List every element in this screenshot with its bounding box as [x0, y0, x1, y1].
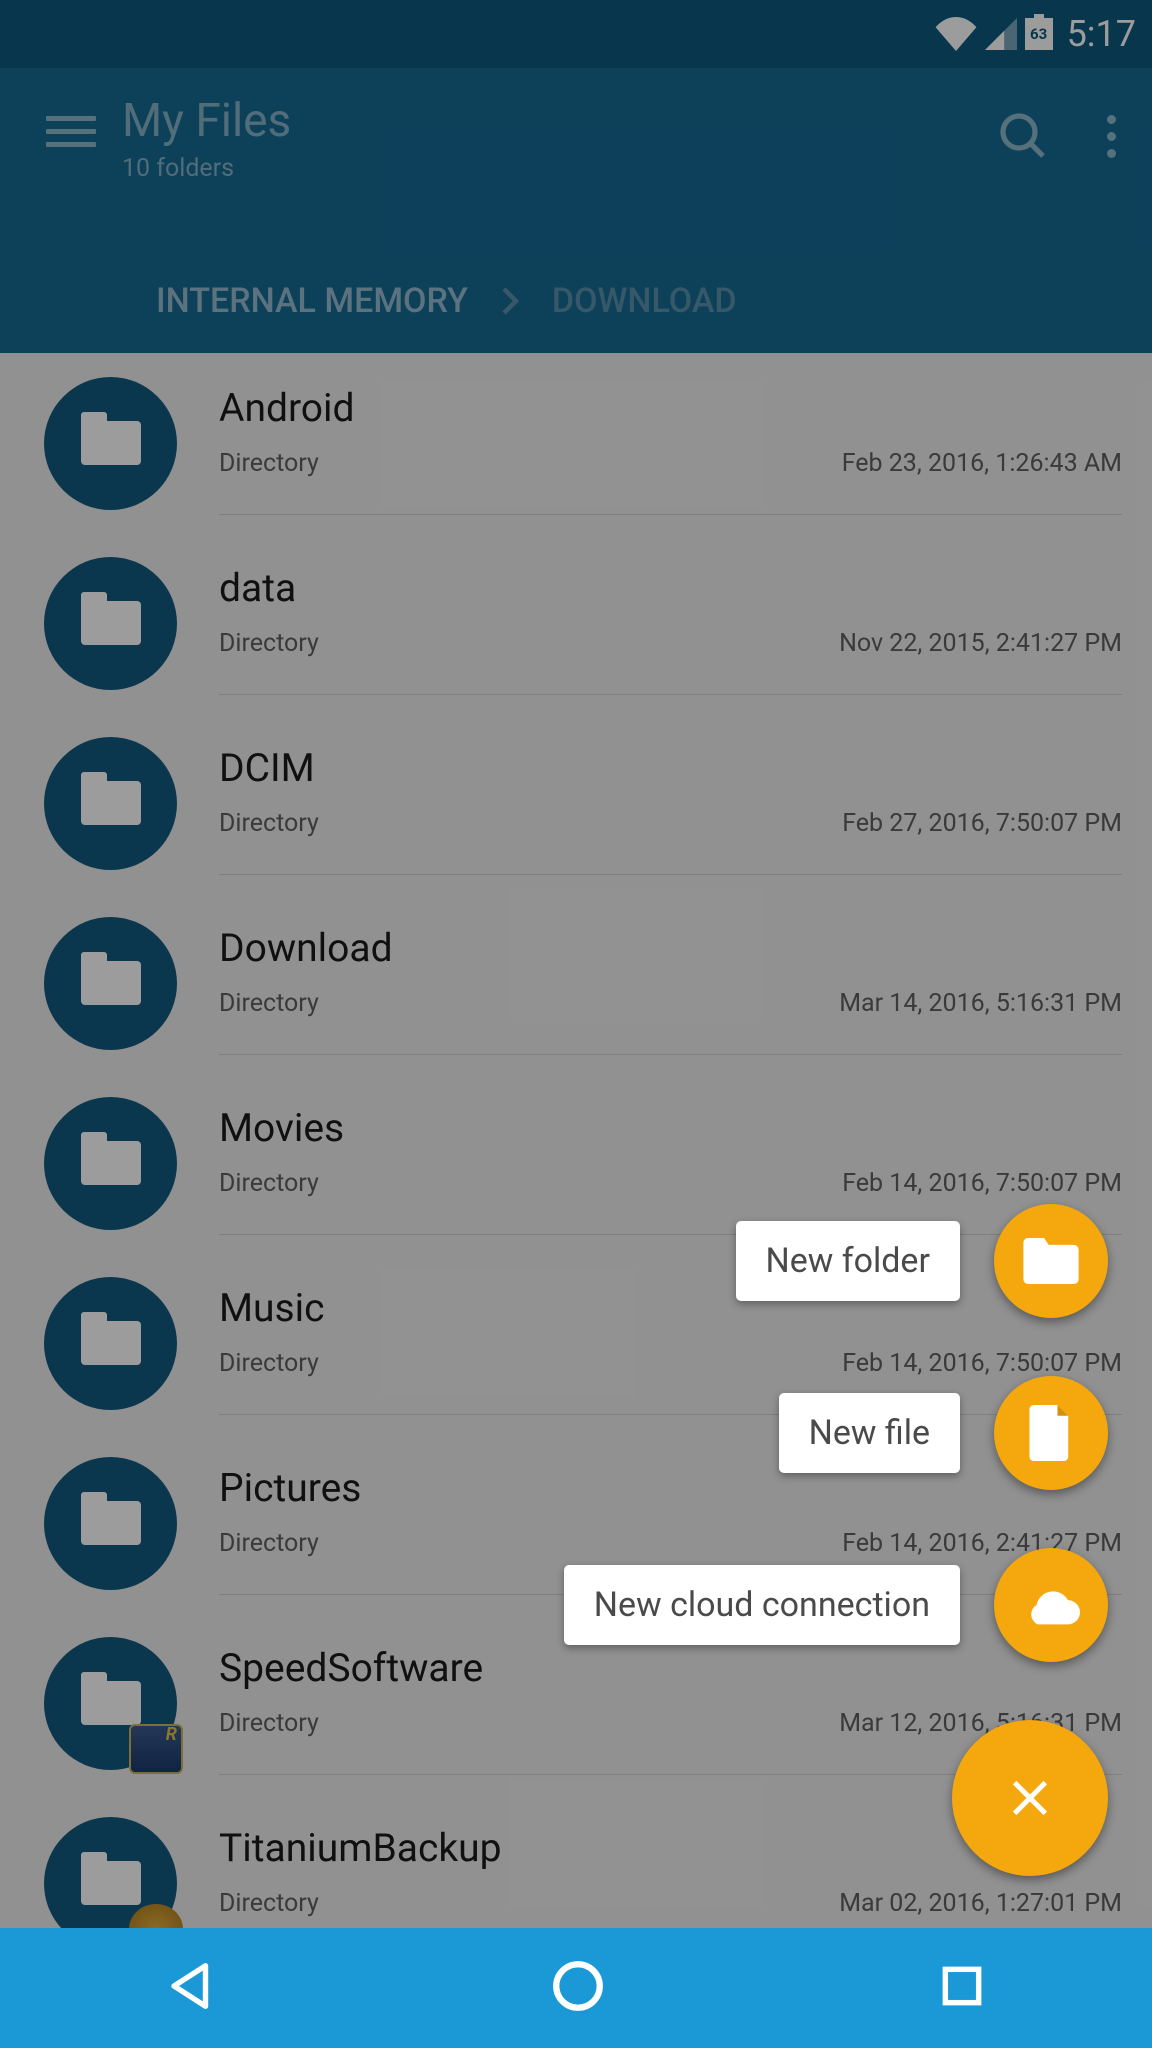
item-date: Feb 14, 2016, 7:50:07 PM	[842, 1169, 1122, 1198]
item-date: Nov 22, 2015, 2:41:27 PM	[839, 629, 1122, 658]
folder-icon	[44, 1637, 177, 1770]
cloud-icon	[1022, 1585, 1080, 1625]
fab-close-button[interactable]	[952, 1720, 1108, 1876]
signal-icon	[985, 18, 1017, 50]
menu-button[interactable]	[46, 116, 96, 147]
folder-icon	[1023, 1238, 1079, 1284]
item-name: Movies	[219, 1105, 1122, 1151]
folder-icon	[44, 737, 177, 870]
page-subtitle: 10 folders	[122, 154, 973, 183]
overflow-icon	[1107, 115, 1116, 158]
list-item[interactable]: DCIM Directory Feb 27, 2016, 7:50:07 PM	[0, 713, 1152, 893]
status-bar: 63 5:17	[0, 0, 1152, 68]
list-item[interactable]: Download Directory Mar 14, 2016, 5:16:31 P…	[0, 893, 1152, 1073]
item-type: Directory	[219, 1349, 319, 1378]
folder-icon	[44, 1457, 177, 1590]
item-date: Mar 14, 2016, 5:16:31 PM	[839, 989, 1122, 1018]
folder-icon	[44, 1097, 177, 1230]
list-item[interactable]: data Directory Nov 22, 2015, 2:41:27 PM	[0, 533, 1152, 713]
home-icon	[549, 1957, 607, 2015]
clock: 5:17	[1067, 13, 1136, 55]
item-type: Directory	[219, 809, 319, 838]
search-button[interactable]	[999, 112, 1047, 160]
close-icon	[1007, 1775, 1053, 1821]
folder-icon	[44, 917, 177, 1050]
wifi-icon	[935, 17, 977, 51]
recent-button[interactable]	[937, 1961, 987, 2015]
navigation-bar	[0, 1928, 1152, 2048]
fab-item-folder[interactable]: New folder	[736, 1204, 1108, 1318]
list-item[interactable]: Android Directory Feb 23, 2016, 1:26:43 AM	[0, 353, 1152, 533]
search-icon	[999, 112, 1047, 160]
item-type: Directory	[219, 1709, 319, 1738]
chevron-right-icon	[500, 286, 520, 316]
file-icon	[1029, 1405, 1073, 1461]
app-bar: My Files 10 folders INTERNAL MEMORY DOWN…	[0, 68, 1152, 353]
folder-icon	[44, 1277, 177, 1410]
fab-label: New folder	[736, 1221, 960, 1301]
home-button[interactable]	[549, 1957, 607, 2019]
breadcrumb-item[interactable]: DOWNLOAD	[552, 281, 737, 321]
item-type: Directory	[219, 449, 319, 478]
folder-icon	[44, 377, 177, 510]
item-date: Mar 02, 2016, 1:27:01 PM	[839, 1889, 1122, 1918]
back-button[interactable]	[165, 1959, 219, 2017]
back-icon	[165, 1959, 219, 2013]
breadcrumb-item[interactable]: INTERNAL MEMORY	[156, 281, 468, 321]
battery-icon: 63	[1025, 18, 1053, 50]
item-name: Android	[219, 385, 1122, 431]
overflow-button[interactable]	[1107, 115, 1116, 158]
fab-item-file[interactable]: New file	[779, 1376, 1108, 1490]
item-type: Directory	[219, 1169, 319, 1198]
page-title: My Files	[122, 94, 973, 148]
fab-label: New file	[779, 1393, 960, 1473]
item-type: Directory	[219, 1529, 319, 1558]
folder-icon	[44, 557, 177, 690]
item-type: Directory	[219, 1889, 319, 1918]
fab-item-cloud[interactable]: New cloud connection	[564, 1548, 1108, 1662]
item-name: Download	[219, 925, 1122, 971]
item-name: DCIM	[219, 745, 1122, 791]
app-badge-icon	[129, 1724, 183, 1774]
breadcrumb: INTERNAL MEMORY DOWNLOAD	[0, 281, 1152, 353]
fab-label: New cloud connection	[564, 1565, 960, 1645]
item-date: Feb 23, 2016, 1:26:43 AM	[842, 449, 1122, 478]
item-type: Directory	[219, 989, 319, 1018]
item-name: data	[219, 565, 1122, 611]
item-type: Directory	[219, 629, 319, 658]
fab-menu: New cloud connection New file New folder	[564, 1204, 1108, 1876]
item-date: Feb 27, 2016, 7:50:07 PM	[842, 809, 1122, 838]
recent-icon	[937, 1961, 987, 2011]
